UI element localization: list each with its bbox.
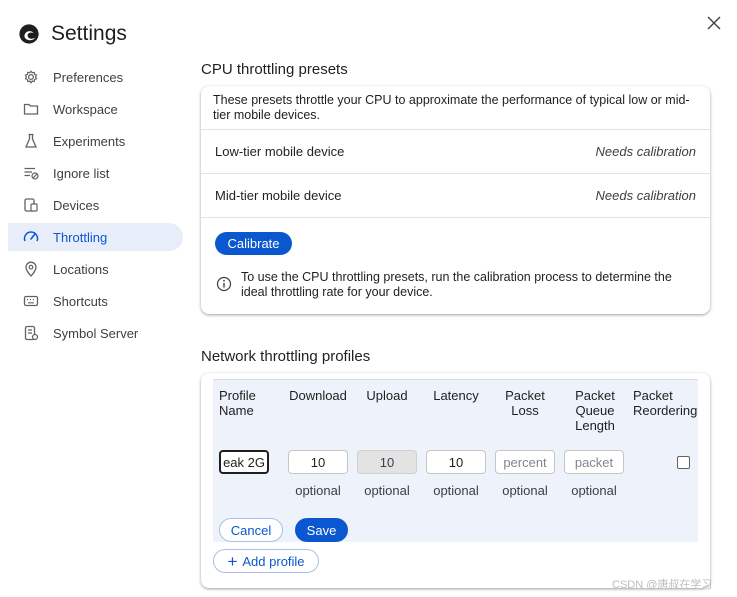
page-title: Settings xyxy=(51,22,127,45)
upload-input[interactable] xyxy=(357,450,417,474)
sidebar-item-experiments[interactable]: Experiments xyxy=(8,127,183,155)
cpu-presets-card: These presets throttle your CPU to appro… xyxy=(201,86,710,314)
download-hint: optional xyxy=(295,483,341,498)
column-header-upload: Upload xyxy=(366,388,408,403)
column-header-packet-queue-length: Packet Queue Length xyxy=(575,388,615,433)
cpu-description: These presets throttle your CPU to appro… xyxy=(213,93,690,122)
flask-icon xyxy=(22,132,40,150)
sidebar-item-label: Symbol Server xyxy=(53,325,139,341)
location-pin-icon xyxy=(22,260,40,278)
save-button[interactable]: Save xyxy=(295,518,348,542)
sidebar-item-label: Preferences xyxy=(53,69,124,85)
sidebar-item-label: Throttling xyxy=(53,229,108,245)
speedometer-icon xyxy=(22,228,40,246)
cpu-section-title: CPU throttling presets xyxy=(201,61,348,78)
latency-hint: optional xyxy=(433,483,479,498)
upload-hint: optional xyxy=(364,483,410,498)
column-header-profile-name: Profile Name xyxy=(219,388,256,418)
sidebar-item-label: Ignore list xyxy=(53,165,110,181)
download-input[interactable] xyxy=(288,450,348,474)
cpu-preset-status: Needs calibration xyxy=(595,188,696,203)
cpu-preset-name: Mid-tier mobile device xyxy=(215,188,342,203)
devices-icon xyxy=(22,196,40,214)
network-profiles-card: Profile Name Download Upload Latency Pac… xyxy=(201,373,710,588)
sidebar-item-shortcuts[interactable]: Shortcuts xyxy=(8,287,183,315)
sidebar-item-ignore-list[interactable]: Ignore list xyxy=(8,159,183,187)
sidebar-item-label: Locations xyxy=(53,261,109,277)
divider xyxy=(201,217,710,218)
sidebar-item-label: Shortcuts xyxy=(53,293,108,309)
info-icon xyxy=(216,276,232,292)
column-header-latency: Latency xyxy=(433,388,479,403)
sidebar-item-locations[interactable]: Locations xyxy=(8,255,183,283)
cpu-preset-status: Needs calibration xyxy=(595,144,696,159)
calibrate-button[interactable]: Calibrate xyxy=(215,232,292,255)
sidebar-item-symbol-server[interactable]: Symbol Server xyxy=(8,319,183,347)
packet-queue-hint: optional xyxy=(571,483,617,498)
edge-logo-icon xyxy=(19,24,39,44)
network-section-title: Network throttling profiles xyxy=(201,348,371,365)
cpu-info-message: To use the CPU throttling presets, run t… xyxy=(216,270,701,300)
close-icon xyxy=(707,16,721,30)
keyboard-icon xyxy=(22,292,40,310)
cpu-preset-row-mid: Mid-tier mobile device Needs calibration xyxy=(201,173,710,217)
sidebar-item-label: Experiments xyxy=(53,133,126,149)
latency-input[interactable] xyxy=(426,450,486,474)
column-header-packet-loss: Packet Loss xyxy=(505,388,545,418)
sidebar-item-label: Devices xyxy=(53,197,100,213)
ignore-list-icon xyxy=(22,164,40,182)
sidebar-item-preferences[interactable]: Preferences xyxy=(8,63,183,91)
cpu-preset-name: Low-tier mobile device xyxy=(215,144,345,159)
packet-reordering-checkbox[interactable] xyxy=(677,456,690,469)
sidebar-item-label: Workspace xyxy=(53,101,118,117)
cancel-button[interactable]: Cancel xyxy=(219,518,283,542)
close-button[interactable] xyxy=(704,13,724,33)
column-header-download: Download xyxy=(289,388,347,403)
app-header: Settings xyxy=(18,22,127,46)
plus-icon: + xyxy=(227,551,238,571)
column-header-packet-reordering: Packet Reordering xyxy=(633,388,698,418)
sidebar: Settings Preferences Workspace Experimen… xyxy=(0,0,190,597)
sidebar-item-workspace[interactable]: Workspace xyxy=(8,95,183,123)
packet-loss-hint: optional xyxy=(502,483,548,498)
symbol-server-icon xyxy=(22,324,40,342)
sidebar-item-devices[interactable]: Devices xyxy=(8,191,183,219)
packet-loss-input[interactable] xyxy=(495,450,555,474)
packet-queue-input[interactable] xyxy=(564,450,624,474)
profile-name-input[interactable] xyxy=(219,450,269,474)
watermark: CSDN @唐叔在学习 xyxy=(612,579,713,591)
folder-icon xyxy=(22,100,40,118)
gear-icon xyxy=(22,68,40,86)
sidebar-item-throttling[interactable]: Throttling xyxy=(8,223,183,251)
profile-editor: Profile Name Download Upload Latency Pac… xyxy=(213,379,698,542)
cpu-preset-row-low: Low-tier mobile device Needs calibration xyxy=(201,129,710,173)
sidebar-nav: Preferences Workspace Experiments Ignore… xyxy=(8,63,183,351)
add-profile-label: Add profile xyxy=(242,553,305,569)
add-profile-button[interactable]: + Add profile xyxy=(213,549,319,573)
cpu-info-text: To use the CPU throttling presets, run t… xyxy=(241,270,672,299)
